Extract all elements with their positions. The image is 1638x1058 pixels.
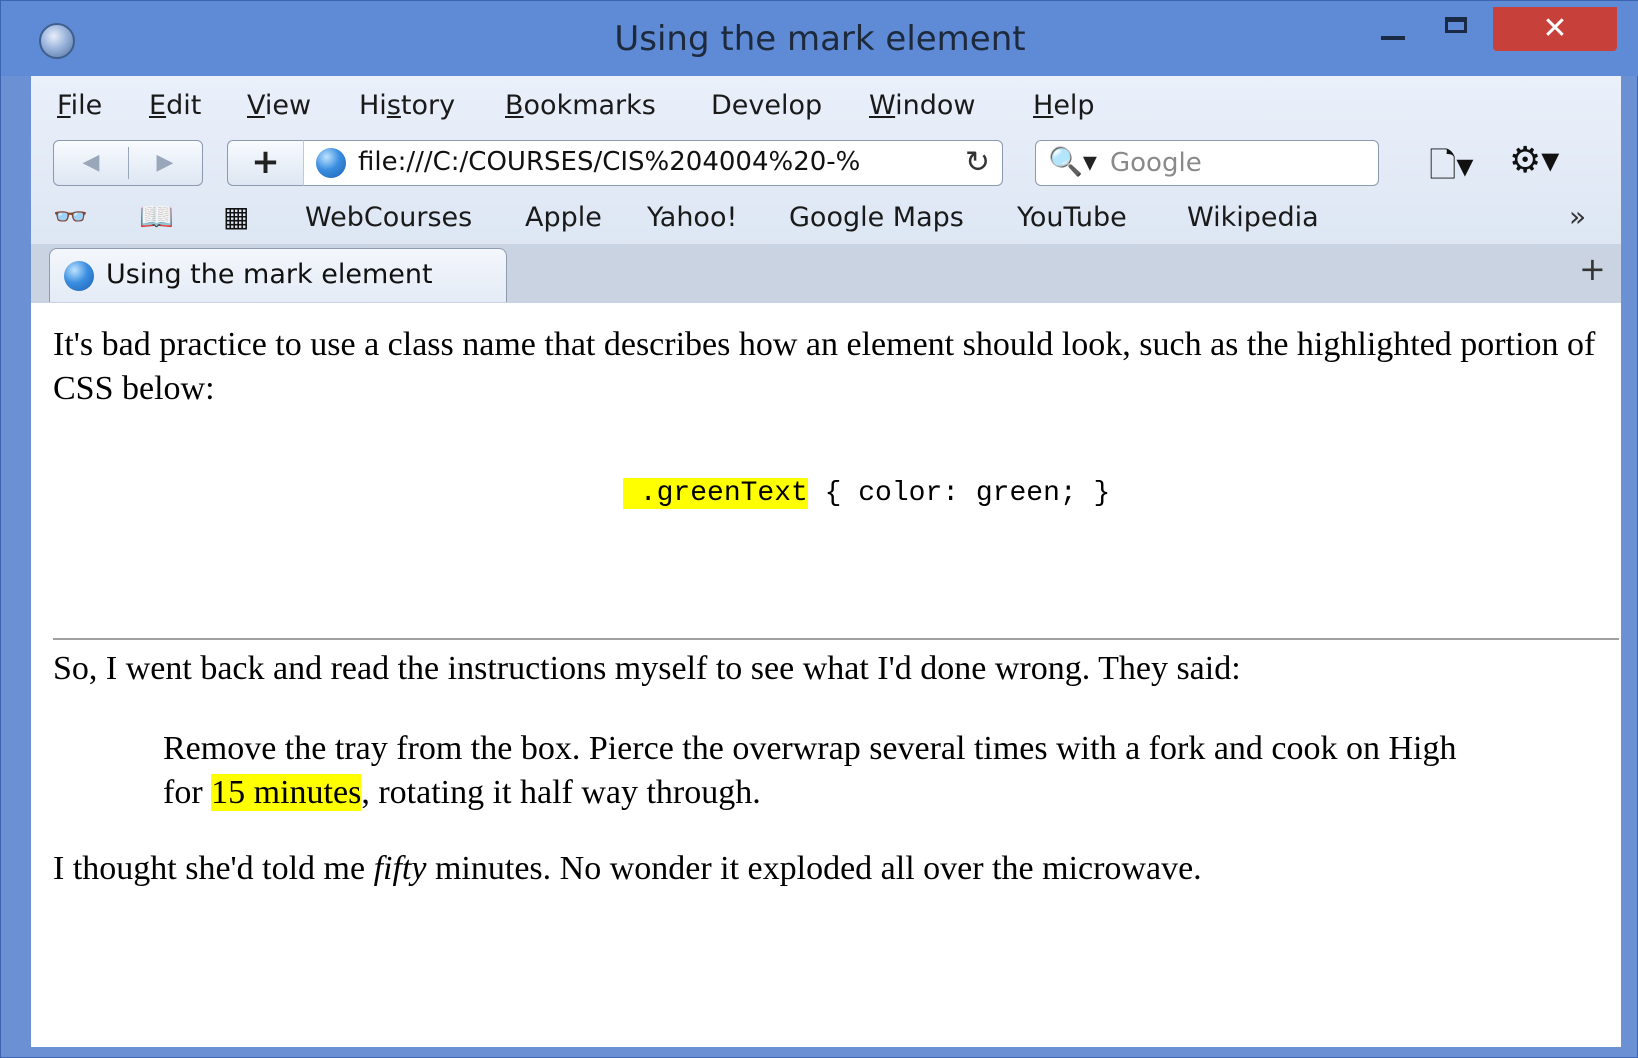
code-rest: { color: green; } [807,478,1111,509]
tab-strip: Using the mark element + [31,244,1621,304]
search-icon[interactable]: 🔍▾ [1048,145,1097,178]
css-code-line: .greenText { color: green; } [623,478,1110,509]
horizontal-rule [53,638,1619,640]
tab-active[interactable]: Using the mark element [49,248,507,302]
back-button[interactable]: ◀ [76,149,106,177]
menu-bookmarks[interactable]: Bookmarks [505,90,656,121]
url-text[interactable]: file:///C:/COURSES/CIS%204004%20-% [358,147,860,177]
emphasis-text: fifty [373,850,427,887]
page-content: It's bad practice to use a class name th… [31,303,1621,1047]
intro-paragraph: It's bad practice to use a class name th… [53,326,1596,407]
menu-help[interactable]: Help [1033,90,1095,121]
menu-edit[interactable]: Edit [149,90,201,121]
story-paragraph: So, I went back and read the instruction… [53,650,1241,687]
add-bookmark-button[interactable]: + [227,140,303,186]
bookmark-youtube[interactable]: YouTube [1017,202,1127,233]
p3-text-after: minutes. No wonder it exploded all over … [426,850,1202,887]
search-placeholder: Google [1110,148,1202,178]
menu-history[interactable]: History [359,90,455,121]
menu-bar: File Edit View History Bookmarks Develop… [31,76,1621,138]
bookmark-apple[interactable]: Apple [525,202,602,233]
maximize-button[interactable] [1425,7,1485,53]
gear-icon[interactable]: ⚙▾ [1509,140,1559,181]
browser-chrome: File Edit View History Bookmarks Develop… [31,76,1621,304]
bookmarks-bar: 👓 📖 ▦ WebCourses Apple Yahoo! Google Map… [31,194,1621,242]
code-highlight: .greenText [623,478,808,509]
reading-list-icon[interactable]: 👓 [53,200,88,233]
search-input[interactable]: 🔍▾ Google [1035,140,1379,186]
menu-window[interactable]: Window [869,90,975,121]
bookmark-yahoo[interactable]: Yahoo! [647,202,737,233]
forward-button[interactable]: ▶ [150,149,180,177]
navigation-toolbar: ◀ ▶ + file:///C:/COURSES/CIS%204004%20-%… [31,138,1621,190]
back-forward-group: ◀ ▶ [53,140,203,186]
reload-icon[interactable]: ↻ [965,145,990,180]
globe-icon [64,261,94,291]
bookmarks-overflow-icon[interactable]: » [1569,200,1586,233]
instructions-blockquote: Remove the tray from the box. Pierce the… [163,727,1463,815]
closing-paragraph: I thought she'd told me fifty minutes. N… [53,847,1613,891]
browser-window: Using the mark element ✕ File Edit View … [0,0,1638,1058]
address-bar[interactable]: file:///C:/COURSES/CIS%204004%20-% ↻ [303,140,1003,186]
divider [128,147,129,179]
minimize-button[interactable] [1363,7,1423,53]
p3-text-before: I thought she'd told me [53,850,374,887]
top-sites-icon[interactable]: ▦ [223,200,249,233]
marked-text: 15 minutes [211,774,362,811]
close-button[interactable]: ✕ [1493,7,1617,51]
bq-text-after: , rotating it half way through. [361,774,761,811]
page-menu-icon[interactable]: 🗋▾ [1429,142,1473,199]
bookmark-webcourses[interactable]: WebCourses [305,202,472,233]
bookmark-google-maps[interactable]: Google Maps [789,202,964,233]
tab-title: Using the mark element [106,259,433,290]
show-bookmarks-icon[interactable]: 📖 [139,200,174,233]
title-bar[interactable]: Using the mark element ✕ [1,1,1638,76]
menu-file[interactable]: File [57,90,102,121]
new-tab-button[interactable]: + [1579,250,1606,288]
menu-view[interactable]: View [247,90,311,121]
globe-icon [316,148,346,178]
bookmark-wikipedia[interactable]: Wikipedia [1187,202,1319,233]
menu-develop[interactable]: Develop [711,90,822,121]
